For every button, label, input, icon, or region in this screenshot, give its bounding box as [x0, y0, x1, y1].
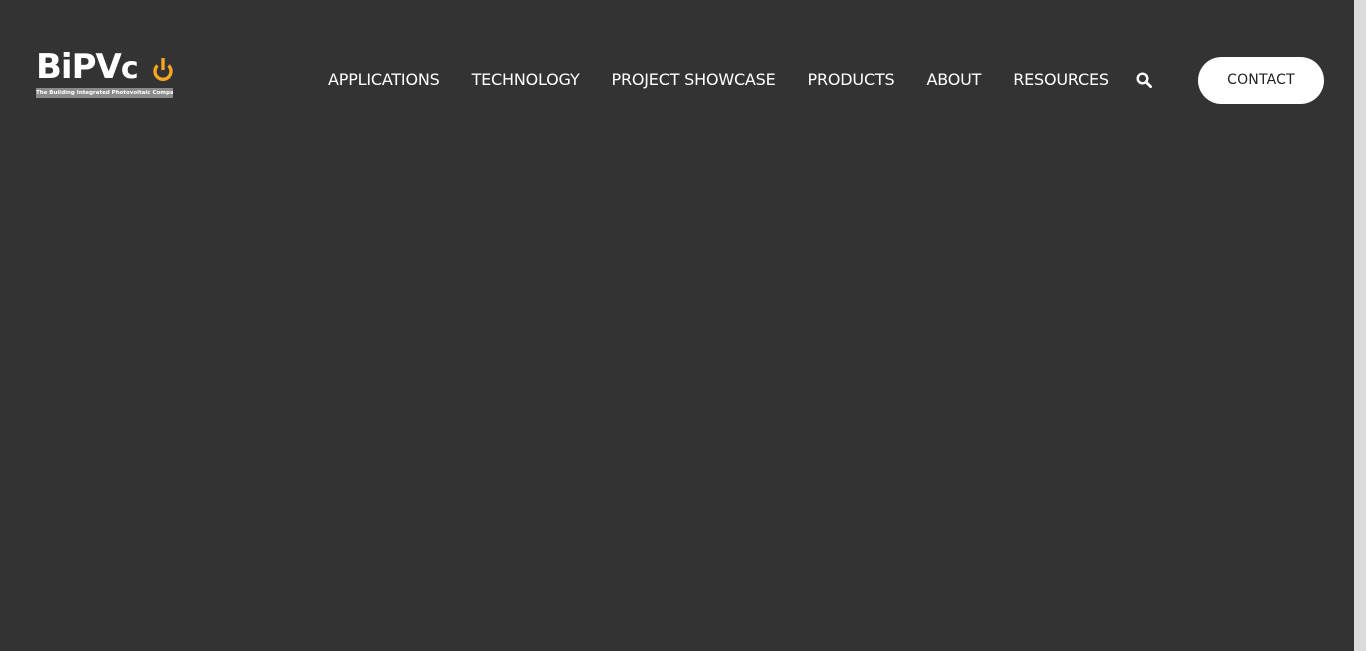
power-icon	[153, 58, 173, 81]
nav-item-products[interactable]: PRODUCTS	[808, 68, 895, 92]
page: BiPVc The Building Integrated Photovolta…	[0, 0, 1354, 651]
contact-button[interactable]: CONTACT	[1198, 57, 1324, 104]
logo-word-co: c	[120, 51, 139, 86]
search-icon[interactable]	[1136, 72, 1152, 88]
nav-item-project-showcase[interactable]: PROJECT SHOWCASE	[612, 68, 776, 92]
logo-word-main: BiPV	[36, 47, 122, 87]
site-logo[interactable]: BiPVc The Building Integrated Photovolta…	[36, 49, 173, 98]
nav-item-about[interactable]: ABOUT	[926, 68, 981, 92]
nav-item-resources[interactable]: RESOURCES	[1013, 68, 1109, 92]
scrollbar[interactable]	[1354, 0, 1366, 651]
nav-item-technology[interactable]: TECHNOLOGY	[472, 68, 580, 92]
nav-item-applications[interactable]: APPLICATIONS	[328, 68, 440, 92]
logo-tagline: The Building Integrated Photovoltaic Com…	[36, 88, 173, 98]
main-nav: APPLICATIONS TECHNOLOGY PROJECT SHOWCASE…	[328, 68, 1141, 92]
logo-wordmark: BiPVc	[36, 47, 139, 87]
